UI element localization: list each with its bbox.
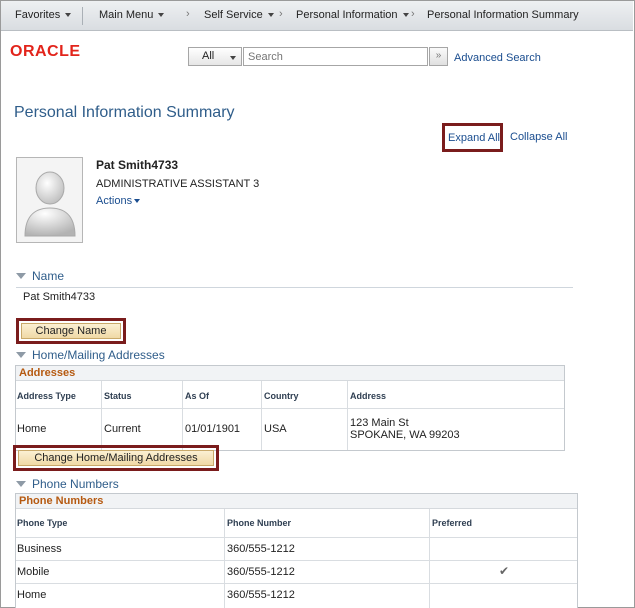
employee-name: Pat Smith4733: [96, 158, 179, 172]
actions-label: Actions: [96, 195, 133, 207]
main-menu-label: Main Menu: [99, 9, 154, 21]
caret-down-icon: [134, 199, 141, 204]
change-address-button-highlight: Change Home/Mailing Addresses: [13, 445, 219, 471]
column-divider: [429, 509, 430, 608]
collapse-triangle-icon: [16, 351, 26, 358]
column-divider: [224, 509, 225, 608]
collapse-triangle-icon: [16, 272, 26, 279]
collapse-triangle-icon: [16, 480, 26, 487]
caret-down-icon: [230, 56, 236, 60]
chevron-right-icon: ›: [411, 8, 415, 20]
expand-all-link[interactable]: Expand All: [442, 123, 503, 152]
phone-number-cell: 360/555-1212: [227, 543, 295, 555]
person-silhouette-icon: [24, 171, 76, 237]
phone-type-cell: Home: [17, 589, 47, 601]
main-menu[interactable]: Main Menu: [99, 9, 165, 21]
column-header: Address: [350, 391, 387, 401]
phone-section-header[interactable]: Phone Numbers: [16, 477, 119, 491]
page-title: Personal Information Summary: [14, 104, 235, 121]
caret-down-icon: [267, 13, 274, 18]
column-header: Status: [104, 391, 132, 401]
phone-number-cell: 360/555-1212: [227, 589, 295, 601]
expand-all-label: Expand All: [448, 132, 500, 144]
section-title: Home/Mailing Addresses: [32, 348, 165, 362]
section-title: Name: [32, 269, 65, 283]
address-line2-cell: SPOKANE, WA 99203: [350, 429, 460, 441]
as-of-cell: 01/01/1901: [185, 423, 241, 435]
status-cell: Current: [104, 423, 141, 435]
address-type-cell: Home: [17, 423, 47, 435]
double-chevron-right-icon: »: [435, 50, 442, 61]
row-divider: [16, 583, 577, 584]
column-header: As Of: [185, 391, 210, 401]
nav-divider: [82, 7, 83, 25]
divider: [16, 287, 573, 288]
favorites-label: Favorites: [15, 9, 61, 21]
caret-down-icon: [402, 13, 409, 18]
address-section-header[interactable]: Home/Mailing Addresses: [16, 348, 165, 362]
column-header: Phone Type: [17, 518, 68, 528]
column-header: Preferred: [432, 518, 473, 528]
advanced-search-link[interactable]: Advanced Search: [454, 52, 541, 64]
search-input[interactable]: [243, 47, 428, 66]
phone-type-cell: Mobile: [17, 566, 50, 578]
column-divider: [101, 381, 102, 450]
phone-numbers-grid: Phone Numbers Phone Type Phone Number Pr…: [15, 493, 578, 608]
column-header: Address Type: [17, 391, 76, 401]
column-header: Phone Number: [227, 518, 292, 528]
search-scope-select[interactable]: All: [188, 47, 242, 66]
breadcrumb-personal-information[interactable]: Personal Information: [296, 9, 409, 21]
top-navigation-bar: Favorites Main Menu › Self Service › Per…: [1, 1, 633, 31]
change-name-button-highlight: Change Name: [16, 318, 126, 344]
row-divider: [16, 560, 577, 561]
avatar: [16, 157, 83, 243]
phone-type-cell: Business: [17, 543, 62, 555]
breadcrumb-label: Personal Information: [296, 9, 398, 21]
oracle-logo: ORACLE: [10, 43, 81, 60]
row-divider: [16, 537, 577, 538]
breadcrumb-self-service[interactable]: Self Service: [204, 9, 274, 21]
employee-job-title: ADMINISTRATIVE ASSISTANT 3: [96, 178, 260, 190]
checkmark-icon: ✔: [499, 564, 510, 578]
name-value: Pat Smith4733: [23, 291, 96, 303]
search-scope-value: All: [202, 50, 215, 62]
address-line1-cell: 123 Main St: [350, 417, 409, 429]
favorites-menu[interactable]: Favorites: [15, 9, 72, 21]
caret-down-icon: [65, 13, 72, 18]
row-divider: [16, 408, 564, 409]
chevron-right-icon: ›: [186, 8, 190, 20]
change-name-button[interactable]: Change Name: [21, 323, 121, 339]
change-home-mailing-addresses-button[interactable]: Change Home/Mailing Addresses: [18, 450, 214, 466]
search-go-button[interactable]: »: [429, 47, 448, 66]
phone-number-cell: 360/555-1212: [227, 566, 295, 578]
chevron-right-icon: ›: [279, 8, 283, 20]
actions-menu[interactable]: Actions: [96, 195, 141, 207]
column-header: Country: [264, 391, 299, 401]
column-divider: [182, 381, 183, 450]
breadcrumb-label: Self Service: [204, 9, 263, 21]
column-divider: [347, 381, 348, 450]
caret-down-icon: [158, 13, 165, 18]
collapse-all-link[interactable]: Collapse All: [510, 131, 567, 143]
country-cell: USA: [264, 423, 287, 435]
name-section-header[interactable]: Name: [16, 269, 64, 283]
addresses-grid: Addresses Address Type Status As Of Coun…: [15, 365, 565, 451]
grid-title: Addresses: [16, 366, 564, 381]
grid-title: Phone Numbers: [16, 494, 577, 509]
breadcrumb-current-page: Personal Information Summary: [427, 9, 579, 21]
section-title: Phone Numbers: [32, 477, 119, 491]
column-divider: [261, 381, 262, 450]
